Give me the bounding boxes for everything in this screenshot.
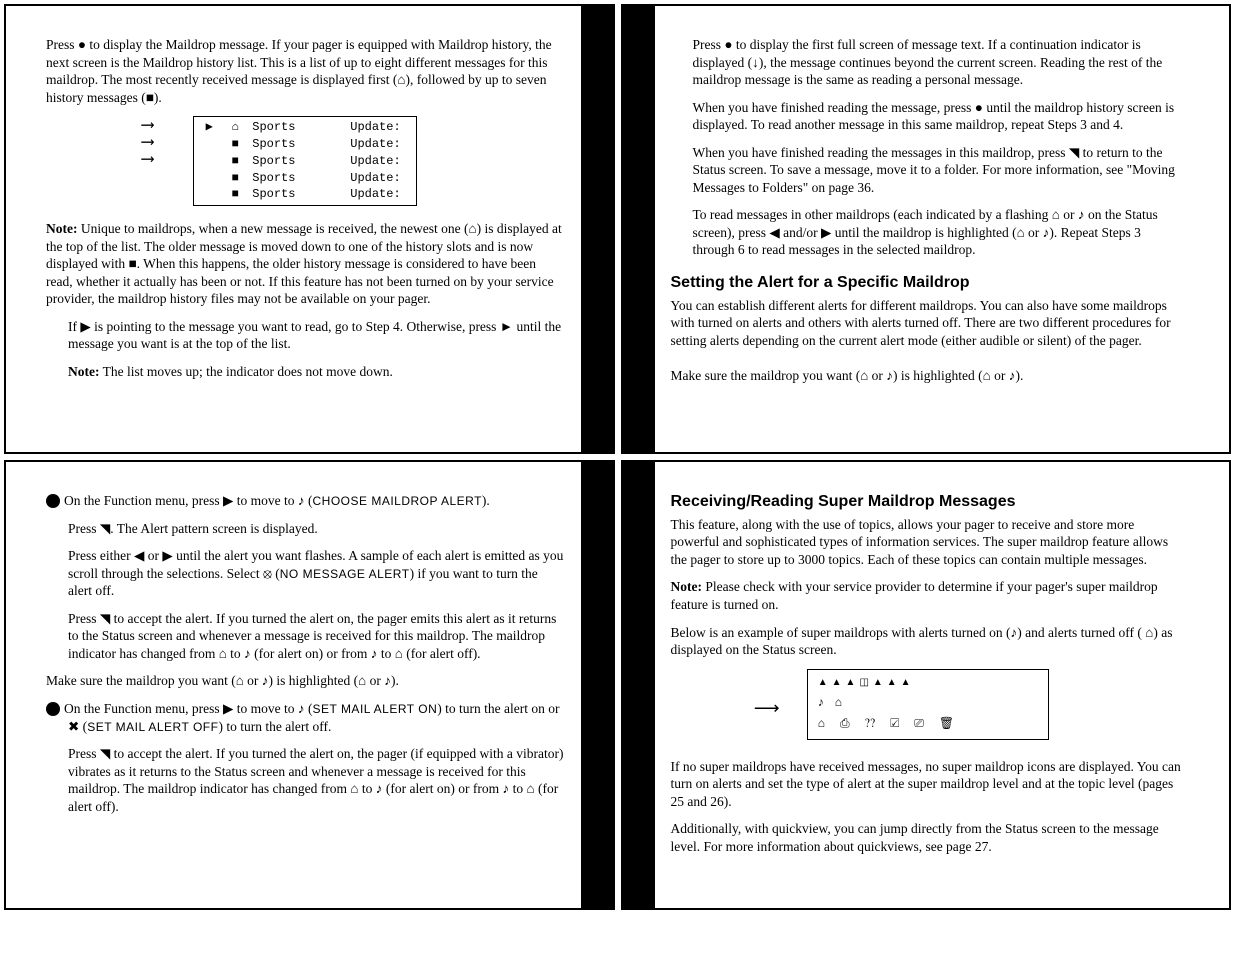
thumb-tab	[623, 6, 655, 452]
p2-para1: Press ● to display the first full screen…	[671, 36, 1186, 89]
p1-para1: Press ● to display the Maildrop message.…	[46, 36, 565, 106]
p1-para3: If ▶ is pointing to the message you want…	[46, 318, 565, 353]
row-status: Update:	[350, 119, 410, 136]
p3-para4: Press ◥ to accept the alert. If you turn…	[46, 610, 565, 663]
row-icon: ⌂	[226, 119, 244, 136]
row-ptr: ▶	[200, 119, 218, 136]
p1-note2: Note: The list moves up; the indicator d…	[46, 363, 565, 381]
page-top-left: Press ● to display the Maildrop message.…	[4, 4, 615, 454]
p1-note: Note: Unique to maildrops, when a new me…	[46, 220, 565, 308]
maildrop-history-lcd: ⟶ ▶ ⌂ Sports Update: ⟶ ■ Sports Update: …	[193, 116, 417, 206]
heading-setting-alert: Setting the Alert for a Specific Maildro…	[671, 273, 1186, 294]
bullet-icon: !	[46, 494, 60, 508]
note-text: Unique to maildrops, when a new message …	[46, 221, 562, 306]
status-row-1: ▲▲▲◫▲▲▲	[818, 674, 1038, 692]
pointer-arrow-icon: ⟶	[754, 692, 780, 724]
page-spread: Press ● to display the Maildrop message.…	[4, 4, 1231, 910]
p2-para6: Make sure the maildrop you want (⌂ or ♪)…	[671, 367, 1186, 385]
p2-para4: To read messages in other maildrops (eac…	[671, 206, 1186, 259]
note-text: Please check with your service provider …	[671, 579, 1158, 612]
p2-para2: When you have finished reading the messa…	[671, 99, 1186, 134]
lcd-label: SET MAIL ALERT ON	[312, 702, 437, 716]
heading-super-maildrop: Receiving/Reading Super Maildrop Message…	[671, 492, 1186, 513]
p3-step2: !On the Function menu, press ▶ to move t…	[46, 700, 565, 735]
status-screen-lcd: ⟶ ▲▲▲◫▲▲▲ ♪ ⌂ ⌂ ⎙ ⁇ ☑ ⎚ 🗑	[807, 669, 1049, 740]
p3-step1: !On the Function menu, press ▶ to move t…	[46, 492, 565, 510]
page-bottom-right: Receiving/Reading Super Maildrop Message…	[621, 460, 1232, 910]
note-label: Note:	[68, 364, 99, 379]
lcd-label: SET MAIL ALERT OFF	[87, 720, 218, 734]
thumb-tab	[623, 462, 655, 908]
p3-para3: Press either ◀ or ▶ until the alert you …	[46, 547, 565, 600]
p4-para4: If no super maildrops have received mess…	[671, 758, 1186, 811]
p4-note: Note: Please check with your service pro…	[671, 578, 1186, 613]
status-row-3: ⌂ ⎙ ⁇ ☑ ⎚ 🗑	[818, 713, 1038, 735]
p4-para5: Additionally, with quickview, you can ju…	[671, 820, 1186, 855]
p4-para1: This feature, along with the use of topi…	[671, 516, 1186, 569]
status-row-2: ♪ ⌂	[818, 692, 1038, 714]
note-label: Note:	[46, 221, 77, 236]
note-text: The list moves up; the indicator does no…	[99, 364, 392, 379]
note-label: Note:	[671, 579, 702, 594]
p3-para2: Press ◥. The Alert pattern screen is dis…	[46, 520, 565, 538]
p4-para3: Below is an example of super maildrops w…	[671, 624, 1186, 659]
page-bottom-left: !On the Function menu, press ▶ to move t…	[4, 460, 615, 910]
thumb-tab	[581, 462, 613, 908]
row-title: Sports	[252, 119, 342, 136]
p3-para7: Press ◥ to accept the alert. If you turn…	[46, 745, 565, 815]
p2-para5: You can establish different alerts for d…	[671, 297, 1186, 350]
bullet-icon: !	[46, 702, 60, 716]
lcd-label: CHOOSE MAILDROP ALERT	[312, 494, 481, 508]
page-top-right: Press ● to display the first full screen…	[621, 4, 1232, 454]
lcd-label: NO MESSAGE ALERT	[280, 567, 410, 581]
p3-para5: Make sure the maildrop you want (⌂ or ♪)…	[46, 672, 565, 690]
p2-para3: When you have finished reading the messa…	[671, 144, 1186, 197]
thumb-tab	[581, 6, 613, 452]
